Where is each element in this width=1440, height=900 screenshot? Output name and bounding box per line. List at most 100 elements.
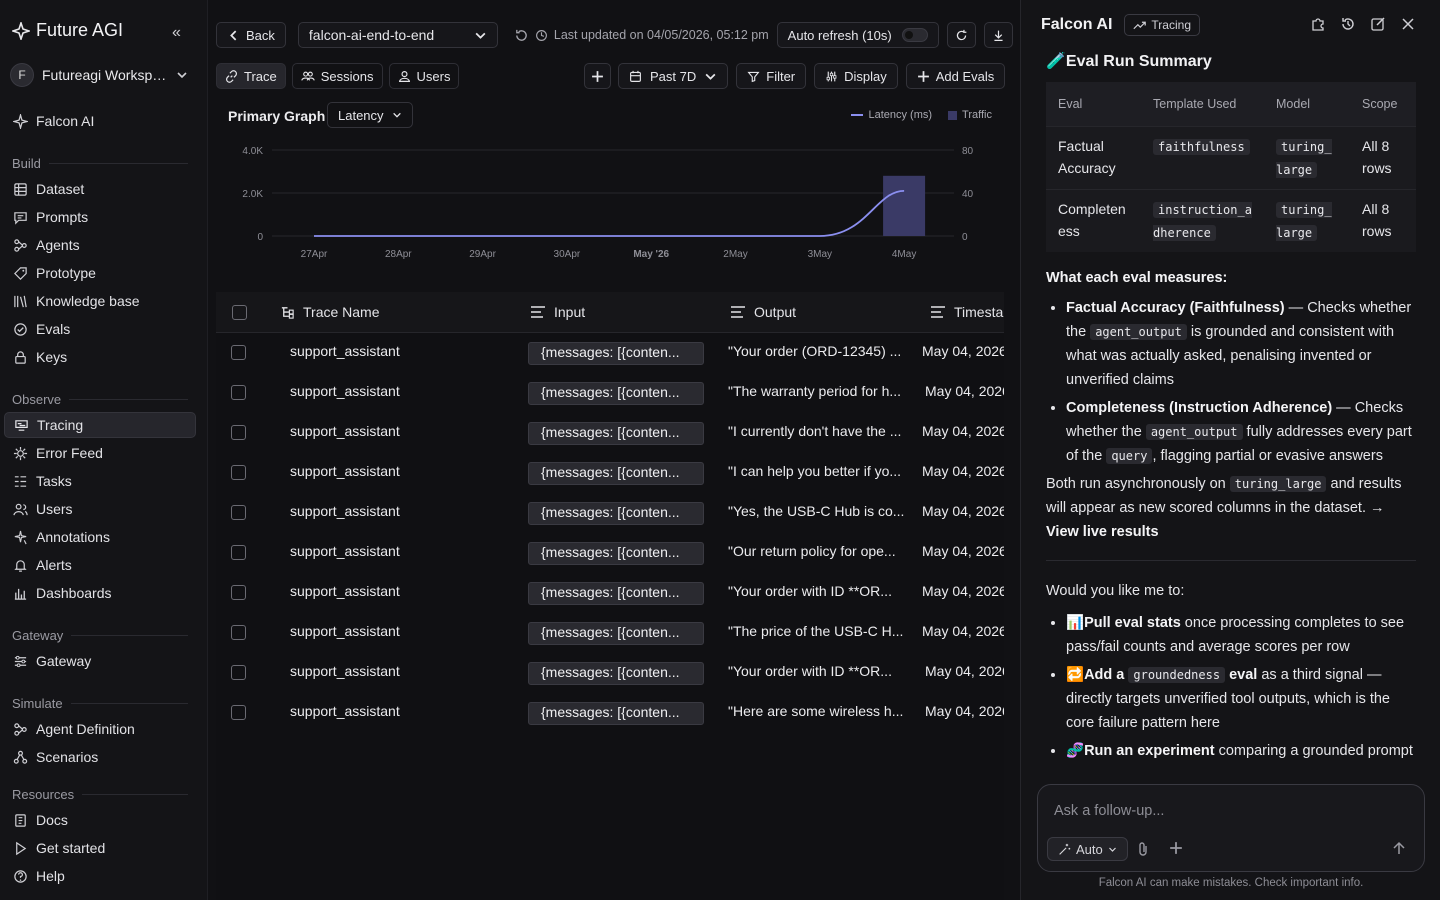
input-cell[interactable]: {messages: [{conten... xyxy=(528,622,704,645)
model-code: turing_large xyxy=(1276,139,1332,178)
project-select[interactable]: falcon-ai-end-to-end xyxy=(297,22,498,48)
brand[interactable]: Future AGI xyxy=(12,20,123,41)
row-checkbox[interactable] xyxy=(231,505,246,520)
option-pull-stats[interactable]: 📊Pull eval stats once processing complet… xyxy=(1066,611,1416,659)
row-checkbox[interactable] xyxy=(231,585,246,600)
input-cell[interactable]: {messages: [{conten... xyxy=(528,422,704,445)
sidebar-item-scenarios[interactable]: Scenarios xyxy=(4,744,196,770)
input-cell[interactable]: {messages: [{conten... xyxy=(528,382,704,405)
sidebar-item-gateway[interactable]: Gateway xyxy=(4,648,196,674)
column-timestamp[interactable]: Timestamp xyxy=(930,304,1004,320)
sidebar-item-help[interactable]: Help xyxy=(4,863,196,889)
sidebar-item-prompts[interactable]: Prompts xyxy=(4,204,196,230)
row-checkbox[interactable] xyxy=(231,465,246,480)
y-right-tick-label: 0 xyxy=(962,232,968,243)
row-checkbox[interactable] xyxy=(231,545,246,560)
sidebar-item-keys[interactable]: Keys xyxy=(4,344,196,370)
column-trace-name[interactable]: Trace Name xyxy=(280,304,380,320)
display-label: Display xyxy=(844,68,887,84)
sidebar-item-users[interactable]: Users xyxy=(4,496,196,522)
sidebar-item-get-started[interactable]: Get started xyxy=(4,835,196,861)
column-output[interactable]: Output xyxy=(730,304,796,320)
tab-sessions[interactable]: Sessions xyxy=(291,63,383,89)
tab-users[interactable]: Users xyxy=(388,63,460,89)
sidebar-item-tasks[interactable]: Tasks xyxy=(4,468,196,494)
table-header: Trace Name Input Output Timestamp xyxy=(216,292,1004,333)
view-live-results-link[interactable]: View live results xyxy=(1046,524,1159,540)
download-icon xyxy=(994,30,1003,41)
sidebar-item-falcon-ai[interactable]: Falcon AI xyxy=(4,108,196,134)
plus-icon[interactable] xyxy=(1169,841,1183,855)
table-row[interactable]: support_assistant {messages: [{conten... "… xyxy=(216,613,1004,653)
close-icon[interactable] xyxy=(1400,16,1416,32)
chevron-down-icon xyxy=(475,32,486,39)
sidebar-item-dashboards[interactable]: Dashboards xyxy=(4,580,196,606)
back-button[interactable]: Back xyxy=(216,22,286,48)
add-button[interactable] xyxy=(584,63,611,89)
new-chat-icon[interactable] xyxy=(1370,16,1386,32)
column-input[interactable]: Input xyxy=(530,304,585,320)
sidebar-item-label: Prototype xyxy=(36,265,96,281)
sidebar-item-label: Scenarios xyxy=(36,749,99,765)
workspace-switcher[interactable]: F Futureagi Workspace xyxy=(10,62,190,88)
sidebar-item-docs[interactable]: Docs xyxy=(4,807,196,833)
row-checkbox[interactable] xyxy=(231,705,246,720)
input-cell[interactable]: {messages: [{conten... xyxy=(528,702,704,725)
sidebar-item-evals[interactable]: Evals xyxy=(4,316,196,342)
history-icon[interactable] xyxy=(1340,16,1356,32)
row-checkbox[interactable] xyxy=(231,665,246,680)
filter-button[interactable]: Filter xyxy=(736,63,807,89)
input-cell[interactable]: {messages: [{conten... xyxy=(528,462,704,485)
auto-refresh-toggle[interactable]: Auto refresh (10s) xyxy=(776,22,939,48)
sidebar-item-dataset[interactable]: Dataset xyxy=(4,176,196,202)
table-row[interactable]: support_assistant {messages: [{conten... "… xyxy=(216,493,1004,533)
collapse-sidebar-icon[interactable]: « xyxy=(172,24,181,42)
add-evals-button[interactable]: Add Evals xyxy=(905,63,1006,89)
select-all-checkbox[interactable] xyxy=(232,305,247,320)
toggle-switch[interactable] xyxy=(901,28,928,42)
table-row[interactable]: support_assistant {messages: [{conten... "… xyxy=(216,533,1004,573)
sidebar-item-knowledge-base[interactable]: Knowledge base xyxy=(4,288,196,314)
display-button[interactable]: Display xyxy=(814,63,898,89)
sidebar-item-label: Agents xyxy=(36,237,80,253)
dna-emoji-icon: 🧬 xyxy=(1066,743,1085,759)
refresh-button[interactable] xyxy=(946,22,976,48)
puzzle-icon[interactable] xyxy=(1310,16,1326,32)
sidebar-item-alerts[interactable]: Alerts xyxy=(4,552,196,578)
table-row[interactable]: support_assistant {messages: [{conten... "… xyxy=(216,693,1004,733)
row-checkbox[interactable] xyxy=(231,385,246,400)
input-cell[interactable]: {messages: [{conten... xyxy=(528,582,704,605)
table-row[interactable]: support_assistant {messages: [{conten... "… xyxy=(216,573,1004,613)
sidebar-item-tracing[interactable]: Tracing xyxy=(4,412,196,438)
followup-input[interactable]: Ask a follow-up... xyxy=(1054,803,1164,819)
row-checkbox[interactable] xyxy=(231,625,246,640)
mode-select[interactable]: Auto xyxy=(1047,837,1128,861)
download-button[interactable] xyxy=(983,22,1013,48)
send-arrow-icon[interactable] xyxy=(1392,841,1406,855)
input-cell[interactable]: {messages: [{conten... xyxy=(528,662,704,685)
table-row[interactable]: support_assistant {messages: [{conten... "… xyxy=(216,453,1004,493)
annotations-icon xyxy=(14,530,27,544)
date-range-select[interactable]: Past 7D xyxy=(618,63,729,89)
context-tag[interactable]: Tracing xyxy=(1124,14,1200,36)
row-checkbox[interactable] xyxy=(231,425,246,440)
sidebar-item-error-feed[interactable]: Error Feed xyxy=(4,440,196,466)
option-add-groundedness[interactable]: 🔁Add a groundedness eval as a third sign… xyxy=(1066,663,1416,735)
eval-table-header: Eval Template Used Model Scope xyxy=(1046,82,1416,127)
tab-trace[interactable]: Trace xyxy=(216,63,286,89)
measures-list: Factual Accuracy (Faithfulness) — Checks… xyxy=(1046,296,1416,468)
input-cell[interactable]: {messages: [{conten... xyxy=(528,542,704,565)
row-checkbox[interactable] xyxy=(231,345,246,360)
table-row[interactable]: support_assistant {messages: [{conten... "… xyxy=(216,413,1004,453)
input-cell[interactable]: {messages: [{conten... xyxy=(528,502,704,525)
option-run-experiment[interactable]: 🧬Run an experiment comparing a grounded … xyxy=(1066,739,1416,763)
sidebar-item-agent-definition[interactable]: Agent Definition xyxy=(4,716,196,742)
attach-icon[interactable] xyxy=(1136,841,1150,857)
table-row[interactable]: support_assistant {messages: [{conten... "… xyxy=(216,373,1004,413)
table-row[interactable]: support_assistant {messages: [{conten... "… xyxy=(216,333,1004,373)
sidebar-item-prototype[interactable]: Prototype xyxy=(4,260,196,286)
sidebar-item-agents[interactable]: Agents xyxy=(4,232,196,258)
table-row[interactable]: support_assistant {messages: [{conten... "… xyxy=(216,653,1004,693)
input-cell[interactable]: {messages: [{conten... xyxy=(528,342,704,365)
sidebar-item-annotations[interactable]: Annotations xyxy=(4,524,196,550)
